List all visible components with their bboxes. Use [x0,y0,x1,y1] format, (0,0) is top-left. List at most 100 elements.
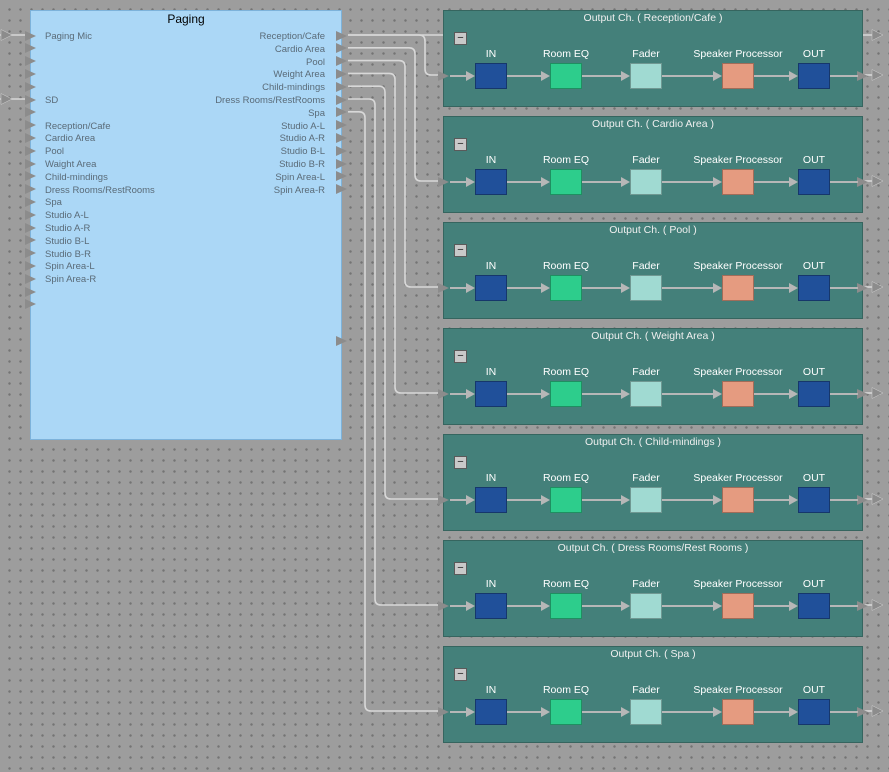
output-ch-block[interactable]: Output Ch. ( Child-mindings ) − IN Room E… [438,434,868,531]
in-node[interactable] [475,63,507,89]
room-eq-node[interactable] [550,381,582,407]
paging-output-port[interactable] [336,132,347,143]
offscreen-port-icon[interactable] [871,175,884,187]
in-node[interactable] [475,487,507,513]
paging-output-port[interactable] [336,68,347,79]
paging-output-port[interactable] [336,56,347,67]
block-input-port[interactable] [438,70,449,81]
paging-input-port[interactable] [25,235,36,246]
output-ch-block[interactable]: Output Ch. ( Weight Area ) − IN Room EQ Fa… [438,328,868,425]
output-ch-block[interactable]: Output Ch. ( Reception/Cafe ) − IN Room E… [438,10,868,107]
in-node[interactable] [475,275,507,301]
design-canvas[interactable]: Paging Paging Mic SD Reception/Cafe Cardio … [0,0,889,772]
room-eq-node[interactable] [550,275,582,301]
paging-output-port[interactable] [336,184,347,195]
block-input-port[interactable] [438,600,449,611]
speaker-processor-node[interactable] [722,275,754,301]
paging-input-port[interactable] [25,222,36,233]
block-output-port[interactable] [857,600,868,611]
out-node[interactable] [798,381,830,407]
paging-input-port[interactable] [25,120,36,131]
paging-input-port[interactable] [25,299,36,310]
room-eq-node[interactable] [550,169,582,195]
speaker-processor-node[interactable] [722,169,754,195]
speaker-processor-node[interactable] [722,487,754,513]
speaker-processor-node[interactable] [722,381,754,407]
block-input-port[interactable] [438,176,449,187]
block-input-port[interactable] [438,282,449,293]
paging-output-port[interactable] [336,335,347,346]
fader-node[interactable] [630,593,662,619]
offscreen-port-icon[interactable] [871,493,884,505]
paging-input-port[interactable] [25,260,36,271]
output-ch-block[interactable]: Output Ch. ( Spa ) − IN Room EQ Fader Speak… [438,646,868,743]
paging-input-port[interactable] [25,56,36,67]
room-eq-node[interactable] [550,699,582,725]
paging-input-port[interactable] [25,273,36,284]
paging-output-port[interactable] [336,43,347,54]
block-input-port[interactable] [438,494,449,505]
out-node[interactable] [798,169,830,195]
collapse-button[interactable]: − [454,244,467,257]
in-node[interactable] [475,381,507,407]
out-node[interactable] [798,487,830,513]
fader-node[interactable] [630,275,662,301]
fader-node[interactable] [630,381,662,407]
paging-input-port[interactable] [25,43,36,54]
paging-input-port[interactable] [25,30,36,41]
fader-node[interactable] [630,169,662,195]
output-ch-block[interactable]: Output Ch. ( Cardio Area ) − IN Room EQ Fa… [438,116,868,213]
block-input-port[interactable] [438,388,449,399]
collapse-button[interactable]: − [454,456,467,469]
paging-output-port[interactable] [336,81,347,92]
out-node[interactable] [798,275,830,301]
fader-node[interactable] [630,699,662,725]
block-input-port[interactable] [438,706,449,717]
offscreen-port-icon[interactable] [871,599,884,611]
paging-input-port[interactable] [25,132,36,143]
connection-wire[interactable] [348,72,443,394]
paging-input-port[interactable] [25,145,36,156]
speaker-processor-node[interactable] [722,699,754,725]
paging-input-port[interactable] [25,196,36,207]
paging-output-port[interactable] [336,171,347,182]
paging-input-port[interactable] [25,286,36,297]
paging-input-port[interactable] [25,209,36,220]
block-output-port[interactable] [857,706,868,717]
collapse-button[interactable]: − [454,32,467,45]
out-node[interactable] [798,63,830,89]
room-eq-node[interactable] [550,487,582,513]
offscreen-port-icon[interactable] [0,29,13,41]
in-node[interactable] [475,593,507,619]
collapse-button[interactable]: − [454,350,467,363]
collapse-button[interactable]: − [454,668,467,681]
room-eq-node[interactable] [550,63,582,89]
room-eq-node[interactable] [550,593,582,619]
out-node[interactable] [798,699,830,725]
speaker-processor-node[interactable] [722,63,754,89]
offscreen-port-icon[interactable] [871,29,884,41]
collapse-button[interactable]: − [454,138,467,151]
block-output-port[interactable] [857,282,868,293]
offscreen-port-icon[interactable] [0,93,13,105]
output-ch-block[interactable]: Output Ch. ( Dress Rooms/Rest Rooms ) − … [438,540,868,637]
paging-input-port[interactable] [25,184,36,195]
paging-input-port[interactable] [25,158,36,169]
paging-input-port[interactable] [25,248,36,259]
paging-input-port[interactable] [25,107,36,118]
paging-input-port[interactable] [25,68,36,79]
block-output-port[interactable] [857,70,868,81]
in-node[interactable] [475,169,507,195]
paging-output-port[interactable] [336,30,347,41]
fader-node[interactable] [630,487,662,513]
collapse-button[interactable]: − [454,562,467,575]
offscreen-port-icon[interactable] [871,705,884,717]
block-output-port[interactable] [857,494,868,505]
fader-node[interactable] [630,63,662,89]
in-node[interactable] [475,699,507,725]
offscreen-port-icon[interactable] [871,387,884,399]
paging-input-port[interactable] [25,81,36,92]
paging-output-port[interactable] [336,94,347,105]
paging-output-port[interactable] [336,158,347,169]
block-output-port[interactable] [857,176,868,187]
